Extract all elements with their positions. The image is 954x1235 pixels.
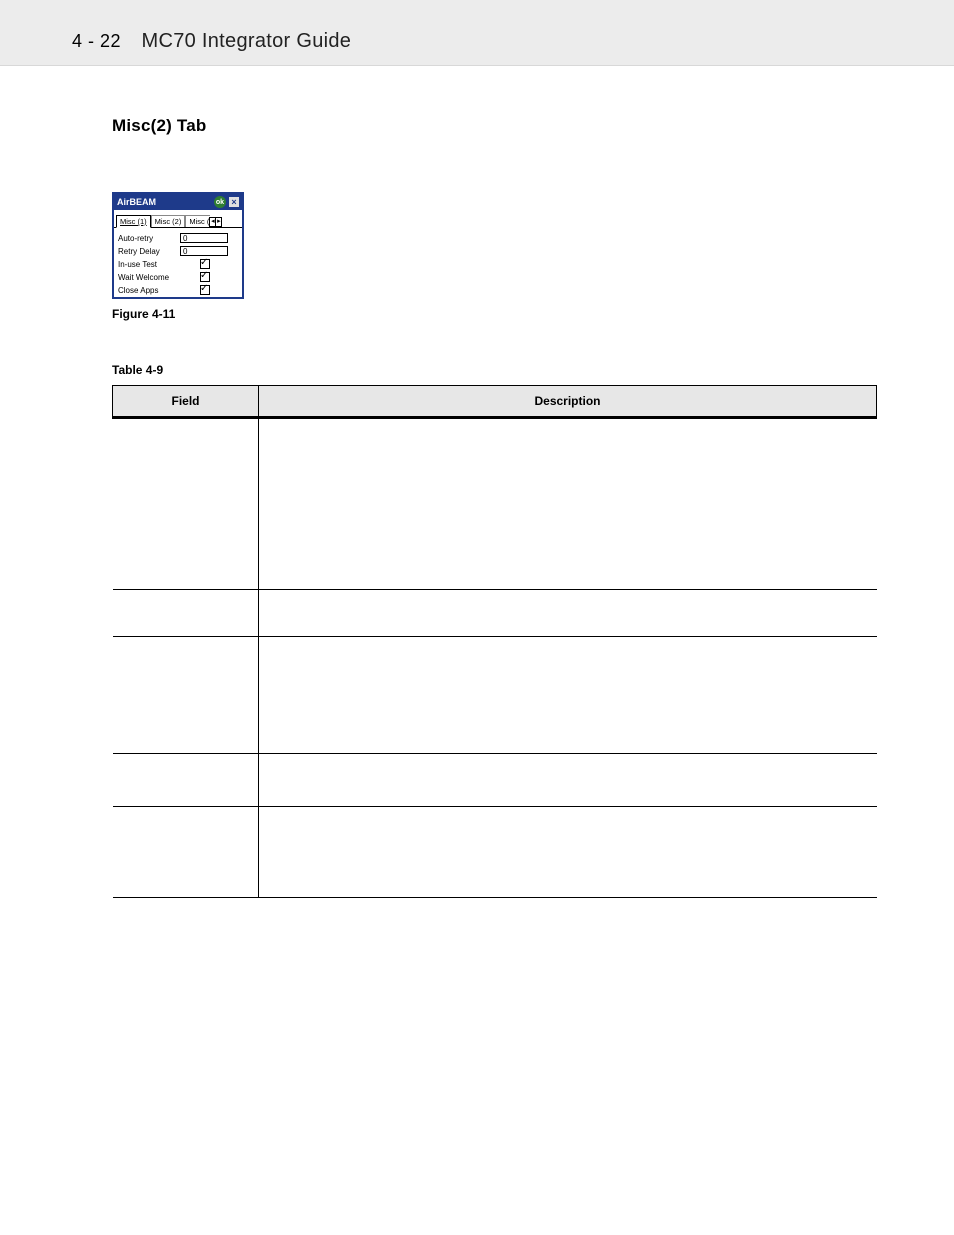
page-header: 4 - 22 MC70 Integrator Guide (0, 0, 954, 66)
cell-field (113, 807, 259, 898)
figure-caption: Figure 4-11 (112, 307, 876, 321)
close-icon[interactable]: × (228, 196, 240, 208)
screenshot-tabstrip: Misc (1) Misc (2) Misc ( ◂ ▸ (114, 210, 242, 228)
label-close-apps: Close Apps (118, 286, 180, 295)
cell-description (259, 418, 877, 590)
ok-icon[interactable]: ok (214, 196, 226, 208)
table-row (113, 754, 877, 807)
tab-scroll-right-icon[interactable]: ▸ (215, 217, 222, 227)
label-auto-retry: Auto-retry (118, 234, 180, 243)
screenshot-titlebar: AirBEAM ok × (114, 194, 242, 210)
screenshot-title: AirBEAM (117, 197, 156, 207)
checkbox-wait-welcome[interactable] (200, 272, 210, 282)
cell-field (113, 590, 259, 637)
field-description-table: Field Description (112, 385, 877, 898)
checkbox-close-apps[interactable] (200, 285, 210, 295)
row-wait-welcome: Wait Welcome (118, 272, 238, 282)
table-caption: Table 4-9 (112, 363, 876, 377)
cell-description (259, 754, 877, 807)
input-auto-retry[interactable]: 0 (180, 233, 228, 243)
label-retry-delay: Retry Delay (118, 247, 180, 256)
row-auto-retry: Auto-retry 0 (118, 233, 238, 243)
input-retry-delay[interactable]: 0 (180, 246, 228, 256)
cell-field (113, 637, 259, 754)
cell-description (259, 807, 877, 898)
row-close-apps: Close Apps (118, 285, 238, 295)
table-row (113, 590, 877, 637)
label-wait-welcome: Wait Welcome (118, 273, 180, 282)
th-field: Field (113, 386, 259, 418)
cell-field (113, 754, 259, 807)
section-heading: Misc(2) Tab (112, 116, 876, 136)
cell-description (259, 637, 877, 754)
page-number: 4 - 22 (72, 31, 121, 51)
cell-description (259, 590, 877, 637)
cell-field (113, 418, 259, 590)
table-row (113, 418, 877, 590)
tab-misc-2[interactable]: Misc (2) (151, 215, 186, 227)
label-inuse-test: In-use Test (118, 260, 180, 269)
tab-misc-1[interactable]: Misc (1) (116, 215, 151, 228)
airbeam-screenshot: AirBEAM ok × Misc (1) Misc (2) Misc ( ◂ … (112, 192, 244, 299)
th-description: Description (259, 386, 877, 418)
table-row (113, 807, 877, 898)
checkbox-inuse-test[interactable] (200, 259, 210, 269)
tab-misc-3-truncated[interactable]: Misc ( (185, 215, 210, 227)
table-row (113, 637, 877, 754)
row-inuse-test: In-use Test (118, 259, 238, 269)
row-retry-delay: Retry Delay 0 (118, 246, 238, 256)
guide-title: MC70 Integrator Guide (141, 30, 351, 52)
